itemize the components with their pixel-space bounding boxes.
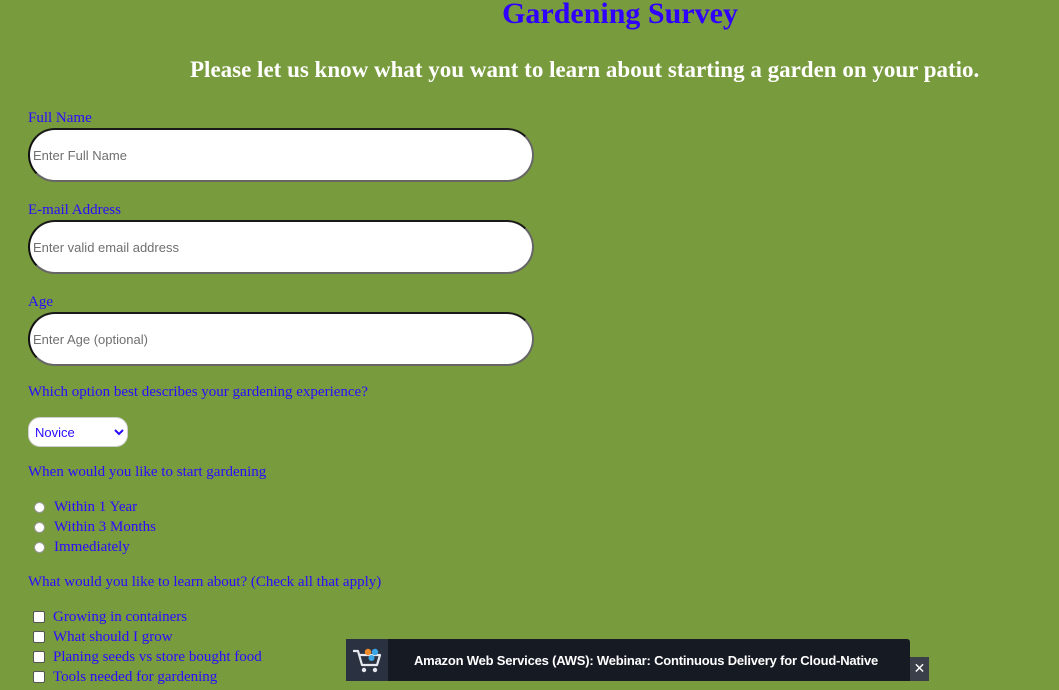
ad-banner-text[interactable]: Amazon Web Services (AWS): Webinar: Cont…	[388, 653, 910, 668]
checkbox-label: What should I grow	[53, 629, 173, 645]
start-question: When would you like to start gardening	[28, 464, 267, 480]
experience-select[interactable]: Novice	[28, 417, 128, 447]
radio-button[interactable]	[34, 541, 45, 553]
radio-button[interactable]	[34, 521, 45, 533]
radio-label: Within 1 Year	[54, 499, 138, 515]
learn-option-what-to-grow[interactable]: What should I grow	[32, 628, 173, 646]
start-option-1-year[interactable]: Within 1 Year	[32, 498, 137, 516]
start-option-3-months[interactable]: Within 3 Months	[32, 518, 156, 536]
ad-banner[interactable]: Amazon Web Services (AWS): Webinar: Cont…	[346, 639, 910, 681]
full-name-input[interactable]	[28, 128, 534, 182]
learn-option-seeds[interactable]: Planing seeds vs store bought food	[32, 648, 262, 666]
radio-label: Immediately	[54, 539, 130, 555]
learn-option-containers[interactable]: Growing in containers	[32, 608, 187, 626]
shopping-cart-icon	[346, 639, 388, 681]
checkbox[interactable]	[33, 611, 45, 623]
page-title: Gardening Survey	[502, 0, 738, 30]
email-input[interactable]	[28, 220, 534, 274]
learn-question: What would you like to learn about? (Che…	[28, 574, 382, 590]
checkbox[interactable]	[33, 651, 45, 663]
age-label: Age	[28, 294, 53, 310]
page-subtitle: Please let us know what you want to lear…	[190, 57, 980, 82]
age-input[interactable]	[28, 312, 534, 366]
checkbox-label: Tools needed for gardening	[53, 669, 218, 685]
checkbox-label: Planing seeds vs store bought food	[53, 649, 262, 665]
start-option-immediately[interactable]: Immediately	[32, 538, 130, 556]
learn-option-tools[interactable]: Tools needed for gardening	[32, 668, 217, 686]
radio-button[interactable]	[34, 501, 45, 513]
experience-question: Which option best describes your gardeni…	[28, 384, 368, 400]
checkbox[interactable]	[33, 631, 45, 643]
close-icon[interactable]: ✕	[910, 657, 929, 681]
full-name-label: Full Name	[28, 110, 92, 126]
email-label: E-mail Address	[28, 202, 121, 218]
checkbox[interactable]	[33, 671, 45, 683]
radio-label: Within 3 Months	[54, 519, 156, 535]
checkbox-label: Growing in containers	[53, 609, 188, 625]
